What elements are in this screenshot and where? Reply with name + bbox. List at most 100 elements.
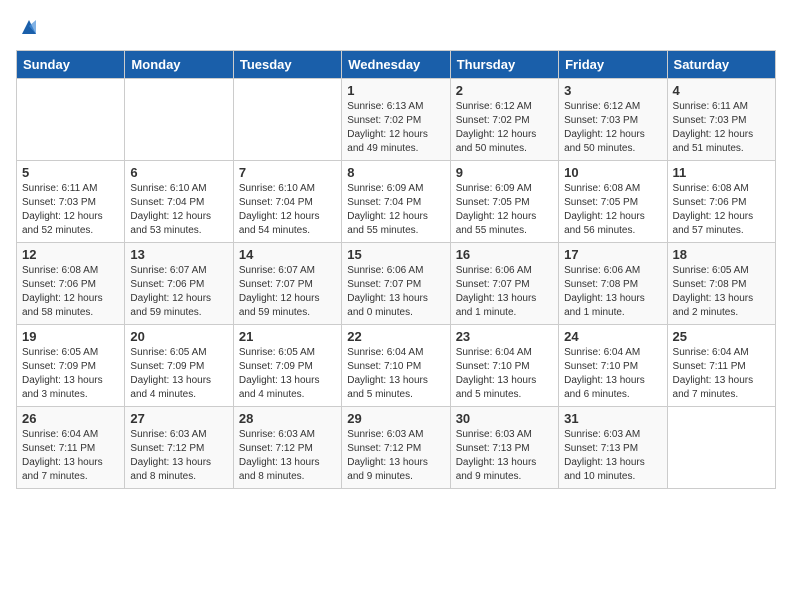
calendar-cell: 30 Sunrise: 6:03 AM Sunset: 7:13 PM Dayli… bbox=[450, 407, 558, 489]
day-info: Sunrise: 6:03 AM Sunset: 7:13 PM Dayligh… bbox=[564, 428, 661, 484]
day-number: 16 bbox=[456, 247, 553, 262]
day-info: Sunrise: 6:09 AM Sunset: 7:04 PM Dayligh… bbox=[347, 182, 444, 238]
calendar-week-row: 1Sunrise: 6:13 AM Sunset: 7:02 PM Daylig… bbox=[17, 79, 776, 161]
day-info: Sunrise: 6:12 AM Sunset: 7:03 PM Dayligh… bbox=[564, 100, 661, 156]
day-number: 19 bbox=[22, 329, 119, 344]
day-header-monday: Monday bbox=[125, 51, 233, 79]
day-info: Sunrise: 6:06 AM Sunset: 7:07 PM Dayligh… bbox=[347, 264, 444, 320]
day-number: 30 bbox=[456, 411, 553, 426]
calendar-week-row: 26 Sunrise: 6:04 AM Sunset: 7:11 PM Dayli… bbox=[17, 407, 776, 489]
day-number: 27 bbox=[130, 411, 227, 426]
day-info: Sunrise: 6:03 AM Sunset: 7:12 PM Dayligh… bbox=[130, 428, 227, 484]
calendar-cell: 27 Sunrise: 6:03 AM Sunset: 7:12 PM Dayli… bbox=[125, 407, 233, 489]
calendar-cell: 24 Sunrise: 6:04 AM Sunset: 7:10 PM Dayli… bbox=[559, 325, 667, 407]
day-number: 23 bbox=[456, 329, 553, 344]
calendar-cell bbox=[667, 407, 775, 489]
day-number: 25 bbox=[673, 329, 770, 344]
day-info: Sunrise: 6:03 AM Sunset: 7:12 PM Dayligh… bbox=[239, 428, 336, 484]
day-number: 9 bbox=[456, 165, 553, 180]
calendar-cell: 5 Sunrise: 6:11 AM Sunset: 7:03 PM Daylig… bbox=[17, 161, 125, 243]
day-number: 14 bbox=[239, 247, 336, 262]
day-info: Sunrise: 6:04 AM Sunset: 7:10 PM Dayligh… bbox=[564, 346, 661, 402]
day-info: Sunrise: 6:04 AM Sunset: 7:11 PM Dayligh… bbox=[673, 346, 770, 402]
calendar-cell: 11 Sunrise: 6:08 AM Sunset: 7:06 PM Dayli… bbox=[667, 161, 775, 243]
calendar-cell: 31Sunrise: 6:03 AM Sunset: 7:13 PM Dayli… bbox=[559, 407, 667, 489]
day-number: 17 bbox=[564, 247, 661, 262]
calendar-week-row: 19 Sunrise: 6:05 AM Sunset: 7:09 PM Dayli… bbox=[17, 325, 776, 407]
day-info: Sunrise: 6:04 AM Sunset: 7:10 PM Dayligh… bbox=[456, 346, 553, 402]
day-number: 4 bbox=[673, 83, 770, 98]
calendar-table: SundayMondayTuesdayWednesdayThursdayFrid… bbox=[16, 50, 776, 489]
calendar-cell: 23 Sunrise: 6:04 AM Sunset: 7:10 PM Dayli… bbox=[450, 325, 558, 407]
day-info: Sunrise: 6:07 AM Sunset: 7:07 PM Dayligh… bbox=[239, 264, 336, 320]
day-info: Sunrise: 6:05 AM Sunset: 7:09 PM Dayligh… bbox=[239, 346, 336, 402]
day-info: Sunrise: 6:07 AM Sunset: 7:06 PM Dayligh… bbox=[130, 264, 227, 320]
day-number: 6 bbox=[130, 165, 227, 180]
calendar-cell: 19 Sunrise: 6:05 AM Sunset: 7:09 PM Dayli… bbox=[17, 325, 125, 407]
day-number: 13 bbox=[130, 247, 227, 262]
day-number: 11 bbox=[673, 165, 770, 180]
day-number: 15 bbox=[347, 247, 444, 262]
calendar-cell: 15 Sunrise: 6:06 AM Sunset: 7:07 PM Dayli… bbox=[342, 243, 450, 325]
day-number: 8 bbox=[347, 165, 444, 180]
day-number: 28 bbox=[239, 411, 336, 426]
day-header-wednesday: Wednesday bbox=[342, 51, 450, 79]
day-number: 2 bbox=[456, 83, 553, 98]
day-header-friday: Friday bbox=[559, 51, 667, 79]
day-info: Sunrise: 6:08 AM Sunset: 7:06 PM Dayligh… bbox=[673, 182, 770, 238]
day-info: Sunrise: 6:05 AM Sunset: 7:09 PM Dayligh… bbox=[130, 346, 227, 402]
day-info: Sunrise: 6:05 AM Sunset: 7:09 PM Dayligh… bbox=[22, 346, 119, 402]
day-header-sunday: Sunday bbox=[17, 51, 125, 79]
day-info: Sunrise: 6:03 AM Sunset: 7:13 PM Dayligh… bbox=[456, 428, 553, 484]
calendar-cell: 10 Sunrise: 6:08 AM Sunset: 7:05 PM Dayli… bbox=[559, 161, 667, 243]
calendar-cell: 9Sunrise: 6:09 AM Sunset: 7:05 PM Daylig… bbox=[450, 161, 558, 243]
day-info: Sunrise: 6:06 AM Sunset: 7:08 PM Dayligh… bbox=[564, 264, 661, 320]
day-number: 18 bbox=[673, 247, 770, 262]
logo-icon bbox=[18, 16, 40, 38]
day-number: 21 bbox=[239, 329, 336, 344]
day-number: 5 bbox=[22, 165, 119, 180]
calendar-cell: 14 Sunrise: 6:07 AM Sunset: 7:07 PM Dayli… bbox=[233, 243, 341, 325]
calendar-cell: 21 Sunrise: 6:05 AM Sunset: 7:09 PM Dayli… bbox=[233, 325, 341, 407]
day-info: Sunrise: 6:12 AM Sunset: 7:02 PM Dayligh… bbox=[456, 100, 553, 156]
day-info: Sunrise: 6:11 AM Sunset: 7:03 PM Dayligh… bbox=[22, 182, 119, 238]
day-number: 29 bbox=[347, 411, 444, 426]
calendar-cell: 1Sunrise: 6:13 AM Sunset: 7:02 PM Daylig… bbox=[342, 79, 450, 161]
calendar-cell: 6 Sunrise: 6:10 AM Sunset: 7:04 PM Daylig… bbox=[125, 161, 233, 243]
day-info: Sunrise: 6:13 AM Sunset: 7:02 PM Dayligh… bbox=[347, 100, 444, 156]
day-number: 7 bbox=[239, 165, 336, 180]
day-info: Sunrise: 6:06 AM Sunset: 7:07 PM Dayligh… bbox=[456, 264, 553, 320]
calendar-cell: 3 Sunrise: 6:12 AM Sunset: 7:03 PM Daylig… bbox=[559, 79, 667, 161]
calendar-week-row: 5 Sunrise: 6:11 AM Sunset: 7:03 PM Daylig… bbox=[17, 161, 776, 243]
calendar-cell: 17 Sunrise: 6:06 AM Sunset: 7:08 PM Dayli… bbox=[559, 243, 667, 325]
calendar-cell: 22 Sunrise: 6:04 AM Sunset: 7:10 PM Dayli… bbox=[342, 325, 450, 407]
calendar-cell: 12Sunrise: 6:08 AM Sunset: 7:06 PM Dayli… bbox=[17, 243, 125, 325]
day-number: 3 bbox=[564, 83, 661, 98]
day-number: 10 bbox=[564, 165, 661, 180]
day-header-tuesday: Tuesday bbox=[233, 51, 341, 79]
calendar-cell: 13 Sunrise: 6:07 AM Sunset: 7:06 PM Dayli… bbox=[125, 243, 233, 325]
day-number: 22 bbox=[347, 329, 444, 344]
day-info: Sunrise: 6:04 AM Sunset: 7:10 PM Dayligh… bbox=[347, 346, 444, 402]
calendar-cell: 4Sunrise: 6:11 AM Sunset: 7:03 PM Daylig… bbox=[667, 79, 775, 161]
day-info: Sunrise: 6:08 AM Sunset: 7:05 PM Dayligh… bbox=[564, 182, 661, 238]
calendar-cell: 8 Sunrise: 6:09 AM Sunset: 7:04 PM Daylig… bbox=[342, 161, 450, 243]
calendar-cell bbox=[233, 79, 341, 161]
day-info: Sunrise: 6:10 AM Sunset: 7:04 PM Dayligh… bbox=[239, 182, 336, 238]
calendar-cell: 29Sunrise: 6:03 AM Sunset: 7:12 PM Dayli… bbox=[342, 407, 450, 489]
calendar-cell bbox=[125, 79, 233, 161]
calendar-cell: 16 Sunrise: 6:06 AM Sunset: 7:07 PM Dayli… bbox=[450, 243, 558, 325]
day-number: 24 bbox=[564, 329, 661, 344]
day-info: Sunrise: 6:04 AM Sunset: 7:11 PM Dayligh… bbox=[22, 428, 119, 484]
day-info: Sunrise: 6:10 AM Sunset: 7:04 PM Dayligh… bbox=[130, 182, 227, 238]
calendar-cell: 25 Sunrise: 6:04 AM Sunset: 7:11 PM Dayli… bbox=[667, 325, 775, 407]
day-number: 26 bbox=[22, 411, 119, 426]
day-header-saturday: Saturday bbox=[667, 51, 775, 79]
calendar-week-row: 12Sunrise: 6:08 AM Sunset: 7:06 PM Dayli… bbox=[17, 243, 776, 325]
logo bbox=[16, 16, 40, 38]
calendar-cell: 18 Sunrise: 6:05 AM Sunset: 7:08 PM Dayli… bbox=[667, 243, 775, 325]
day-info: Sunrise: 6:08 AM Sunset: 7:06 PM Dayligh… bbox=[22, 264, 119, 320]
calendar-cell: 20Sunrise: 6:05 AM Sunset: 7:09 PM Dayli… bbox=[125, 325, 233, 407]
day-header-thursday: Thursday bbox=[450, 51, 558, 79]
day-info: Sunrise: 6:05 AM Sunset: 7:08 PM Dayligh… bbox=[673, 264, 770, 320]
